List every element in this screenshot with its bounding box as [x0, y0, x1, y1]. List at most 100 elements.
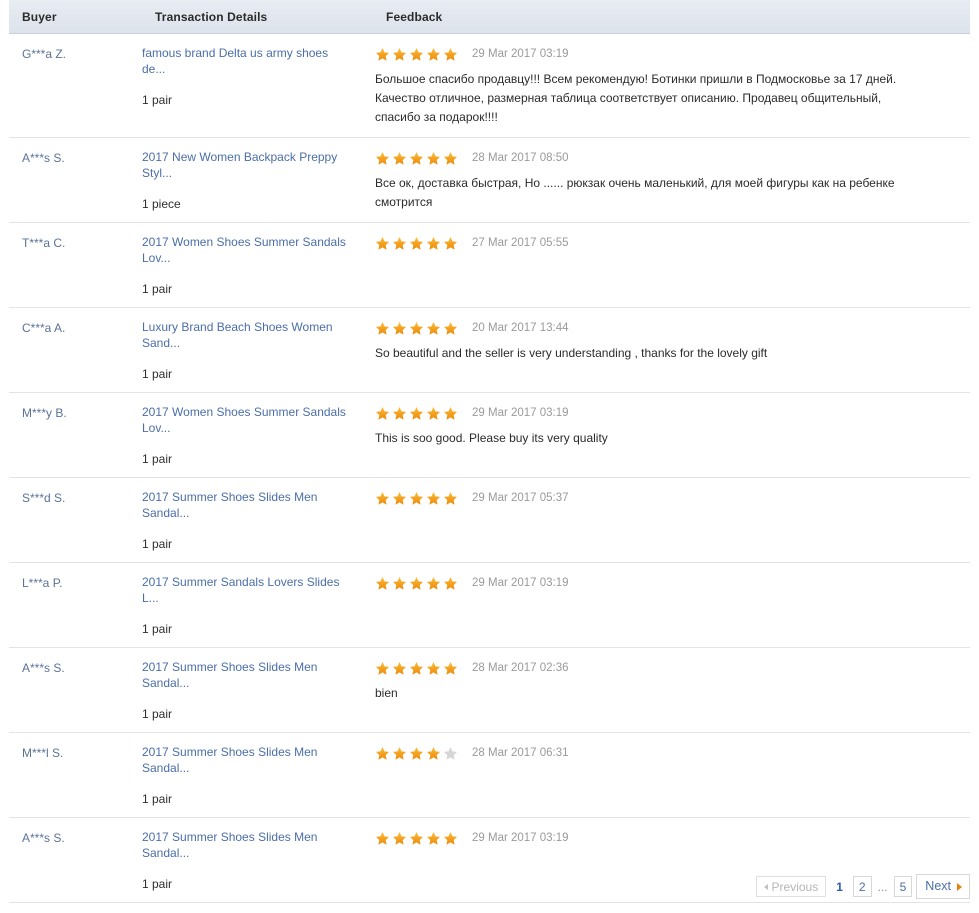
star-rating — [375, 576, 460, 591]
cell-buyer: L***a P. — [9, 563, 142, 647]
star-filled-icon — [375, 321, 391, 336]
cell-feedback: 20 Mar 2017 13:44 So beautiful and the se… — [372, 308, 970, 392]
column-header-transaction-details: Transaction Details — [155, 10, 268, 24]
star-filled-icon — [409, 831, 425, 846]
feedback-comment: This is soo good. Please buy its very qu… — [375, 431, 608, 445]
cell-transaction-details: 2017 Summer Sandals Lovers Slides L... 1 … — [142, 563, 372, 647]
feedback-date: 28 Mar 2017 02:36 — [472, 662, 569, 674]
product-title-link[interactable]: 2017 New Women Backpack Preppy Styl... — [142, 149, 352, 181]
buyer-name: M***l S. — [22, 746, 64, 760]
column-header-buyer: Buyer — [22, 10, 57, 24]
star-filled-icon — [426, 576, 442, 591]
pagination-next-button[interactable]: Next — [916, 874, 970, 899]
table-row: A***s S. 2017 New Women Backpack Preppy S… — [9, 138, 970, 223]
table-row: A***s S. 2017 Summer Shoes Slides Men San… — [9, 648, 970, 733]
star-filled-icon — [409, 321, 425, 336]
star-filled-icon — [409, 236, 425, 251]
feedback-date: 29 Mar 2017 03:19 — [472, 832, 569, 844]
pagination-ellipsis: ... — [877, 879, 888, 894]
star-filled-icon — [409, 151, 425, 166]
table-row: C***a A. Luxury Brand Beach Shoes Women S… — [9, 308, 970, 393]
star-filled-icon — [392, 831, 408, 846]
star-filled-icon — [375, 661, 391, 676]
star-filled-icon — [443, 576, 459, 591]
pagination-page-current: 1 — [836, 879, 843, 894]
star-filled-icon — [426, 406, 442, 421]
product-title-link[interactable]: 2017 Summer Shoes Slides Men Sandal... — [142, 659, 352, 691]
quantity-label: 1 pair — [142, 707, 173, 721]
table-row: S***d S. 2017 Summer Shoes Slides Men San… — [9, 478, 970, 563]
star-filled-icon — [409, 661, 425, 676]
column-header-feedback: Feedback — [386, 10, 443, 24]
buyer-name: S***d S. — [22, 491, 66, 505]
quantity-label: 1 piece — [142, 197, 181, 211]
feedback-comment: Большое спасибо продавцу!!! Всем рекомен… — [375, 72, 897, 124]
feedback-meta: 29 Mar 2017 03:19 — [375, 404, 960, 422]
cell-feedback: 28 Mar 2017 06:31 — [372, 733, 970, 817]
cell-feedback: 28 Mar 2017 08:50 Все ок, доставка быстра… — [372, 138, 970, 222]
star-rating — [375, 47, 460, 62]
star-filled-icon — [443, 236, 459, 251]
feedback-comment: bien — [375, 686, 398, 700]
quantity-label: 1 pair — [142, 877, 173, 891]
table-header-row: Buyer Transaction Details Feedback — [9, 0, 970, 34]
pagination-next-label: Next — [925, 879, 951, 894]
cell-buyer: A***s S. — [9, 648, 142, 732]
cell-feedback: 28 Mar 2017 02:36 bien — [372, 648, 970, 732]
quantity-label: 1 pair — [142, 537, 173, 551]
star-rating — [375, 406, 460, 421]
quantity-label: 1 pair — [142, 367, 173, 381]
table-row: G***a Z. famous brand Delta us army shoes… — [9, 34, 970, 138]
pagination: Previous 1 2... 5 Next — [755, 874, 970, 899]
star-filled-icon — [443, 321, 459, 336]
star-filled-icon — [392, 746, 408, 761]
feedback-meta: 29 Mar 2017 05:37 — [375, 489, 960, 507]
product-title-link[interactable]: 2017 Women Shoes Summer Sandals Lov... — [142, 234, 352, 266]
cell-buyer: T***a C. — [9, 223, 142, 307]
feedback-meta: 28 Mar 2017 08:50 — [375, 149, 960, 167]
product-title-link[interactable]: 2017 Summer Sandals Lovers Slides L... — [142, 574, 352, 606]
star-filled-icon — [375, 491, 391, 506]
star-empty-icon — [443, 746, 459, 761]
cell-transaction-details: famous brand Delta us army shoes de... 1 … — [142, 34, 372, 137]
product-title-link[interactable]: 2017 Women Shoes Summer Sandals Lov... — [142, 404, 352, 436]
star-filled-icon — [392, 321, 408, 336]
pagination-page-5[interactable]: 5 — [893, 876, 913, 897]
feedback-comment: So beautiful and the seller is very unde… — [375, 346, 768, 360]
product-title-link[interactable]: 2017 Summer Shoes Slides Men Sandal... — [142, 489, 352, 521]
product-title-link[interactable]: famous brand Delta us army shoes de... — [142, 45, 352, 77]
cell-buyer: S***d S. — [9, 478, 142, 562]
star-filled-icon — [409, 47, 425, 62]
star-filled-icon — [392, 576, 408, 591]
product-title-link[interactable]: 2017 Summer Shoes Slides Men Sandal... — [142, 744, 352, 776]
star-filled-icon — [392, 47, 408, 62]
feedback-date: 29 Mar 2017 03:19 — [472, 48, 569, 60]
pagination-page-2[interactable]: 2 — [852, 876, 872, 897]
cell-transaction-details: Luxury Brand Beach Shoes Women Sand... 1 … — [142, 308, 372, 392]
quantity-label: 1 pair — [142, 282, 173, 296]
feedback-date: 28 Mar 2017 06:31 — [472, 747, 569, 759]
feedback-date: 29 Mar 2017 05:37 — [472, 492, 569, 504]
feedback-meta: 27 Mar 2017 05:55 — [375, 234, 960, 252]
star-rating — [375, 236, 460, 251]
feedback-meta: 28 Mar 2017 02:36 — [375, 659, 960, 677]
star-filled-icon — [375, 151, 391, 166]
quantity-label: 1 pair — [142, 452, 173, 466]
star-filled-icon — [443, 151, 459, 166]
product-title-link[interactable]: 2017 Summer Shoes Slides Men Sandal... — [142, 829, 352, 861]
star-filled-icon — [375, 406, 391, 421]
cell-transaction-details: 2017 Summer Shoes Slides Men Sandal... 1 … — [142, 478, 372, 562]
star-filled-icon — [426, 47, 442, 62]
buyer-name: M***y B. — [22, 406, 67, 420]
product-title-link[interactable]: Luxury Brand Beach Shoes Women Sand... — [142, 319, 352, 351]
cell-feedback: 29 Mar 2017 05:37 — [372, 478, 970, 562]
cell-transaction-details: 2017 New Women Backpack Preppy Styl... 1 … — [142, 138, 372, 222]
star-rating — [375, 746, 460, 761]
star-filled-icon — [392, 151, 408, 166]
table-row: M***y B. 2017 Women Shoes Summer Sandals … — [9, 393, 970, 478]
buyer-name: T***a C. — [22, 236, 66, 250]
table-row: T***a C. 2017 Women Shoes Summer Sandals … — [9, 223, 970, 308]
star-filled-icon — [443, 661, 459, 676]
pagination-previous-button: Previous — [755, 876, 827, 897]
star-filled-icon — [375, 746, 391, 761]
